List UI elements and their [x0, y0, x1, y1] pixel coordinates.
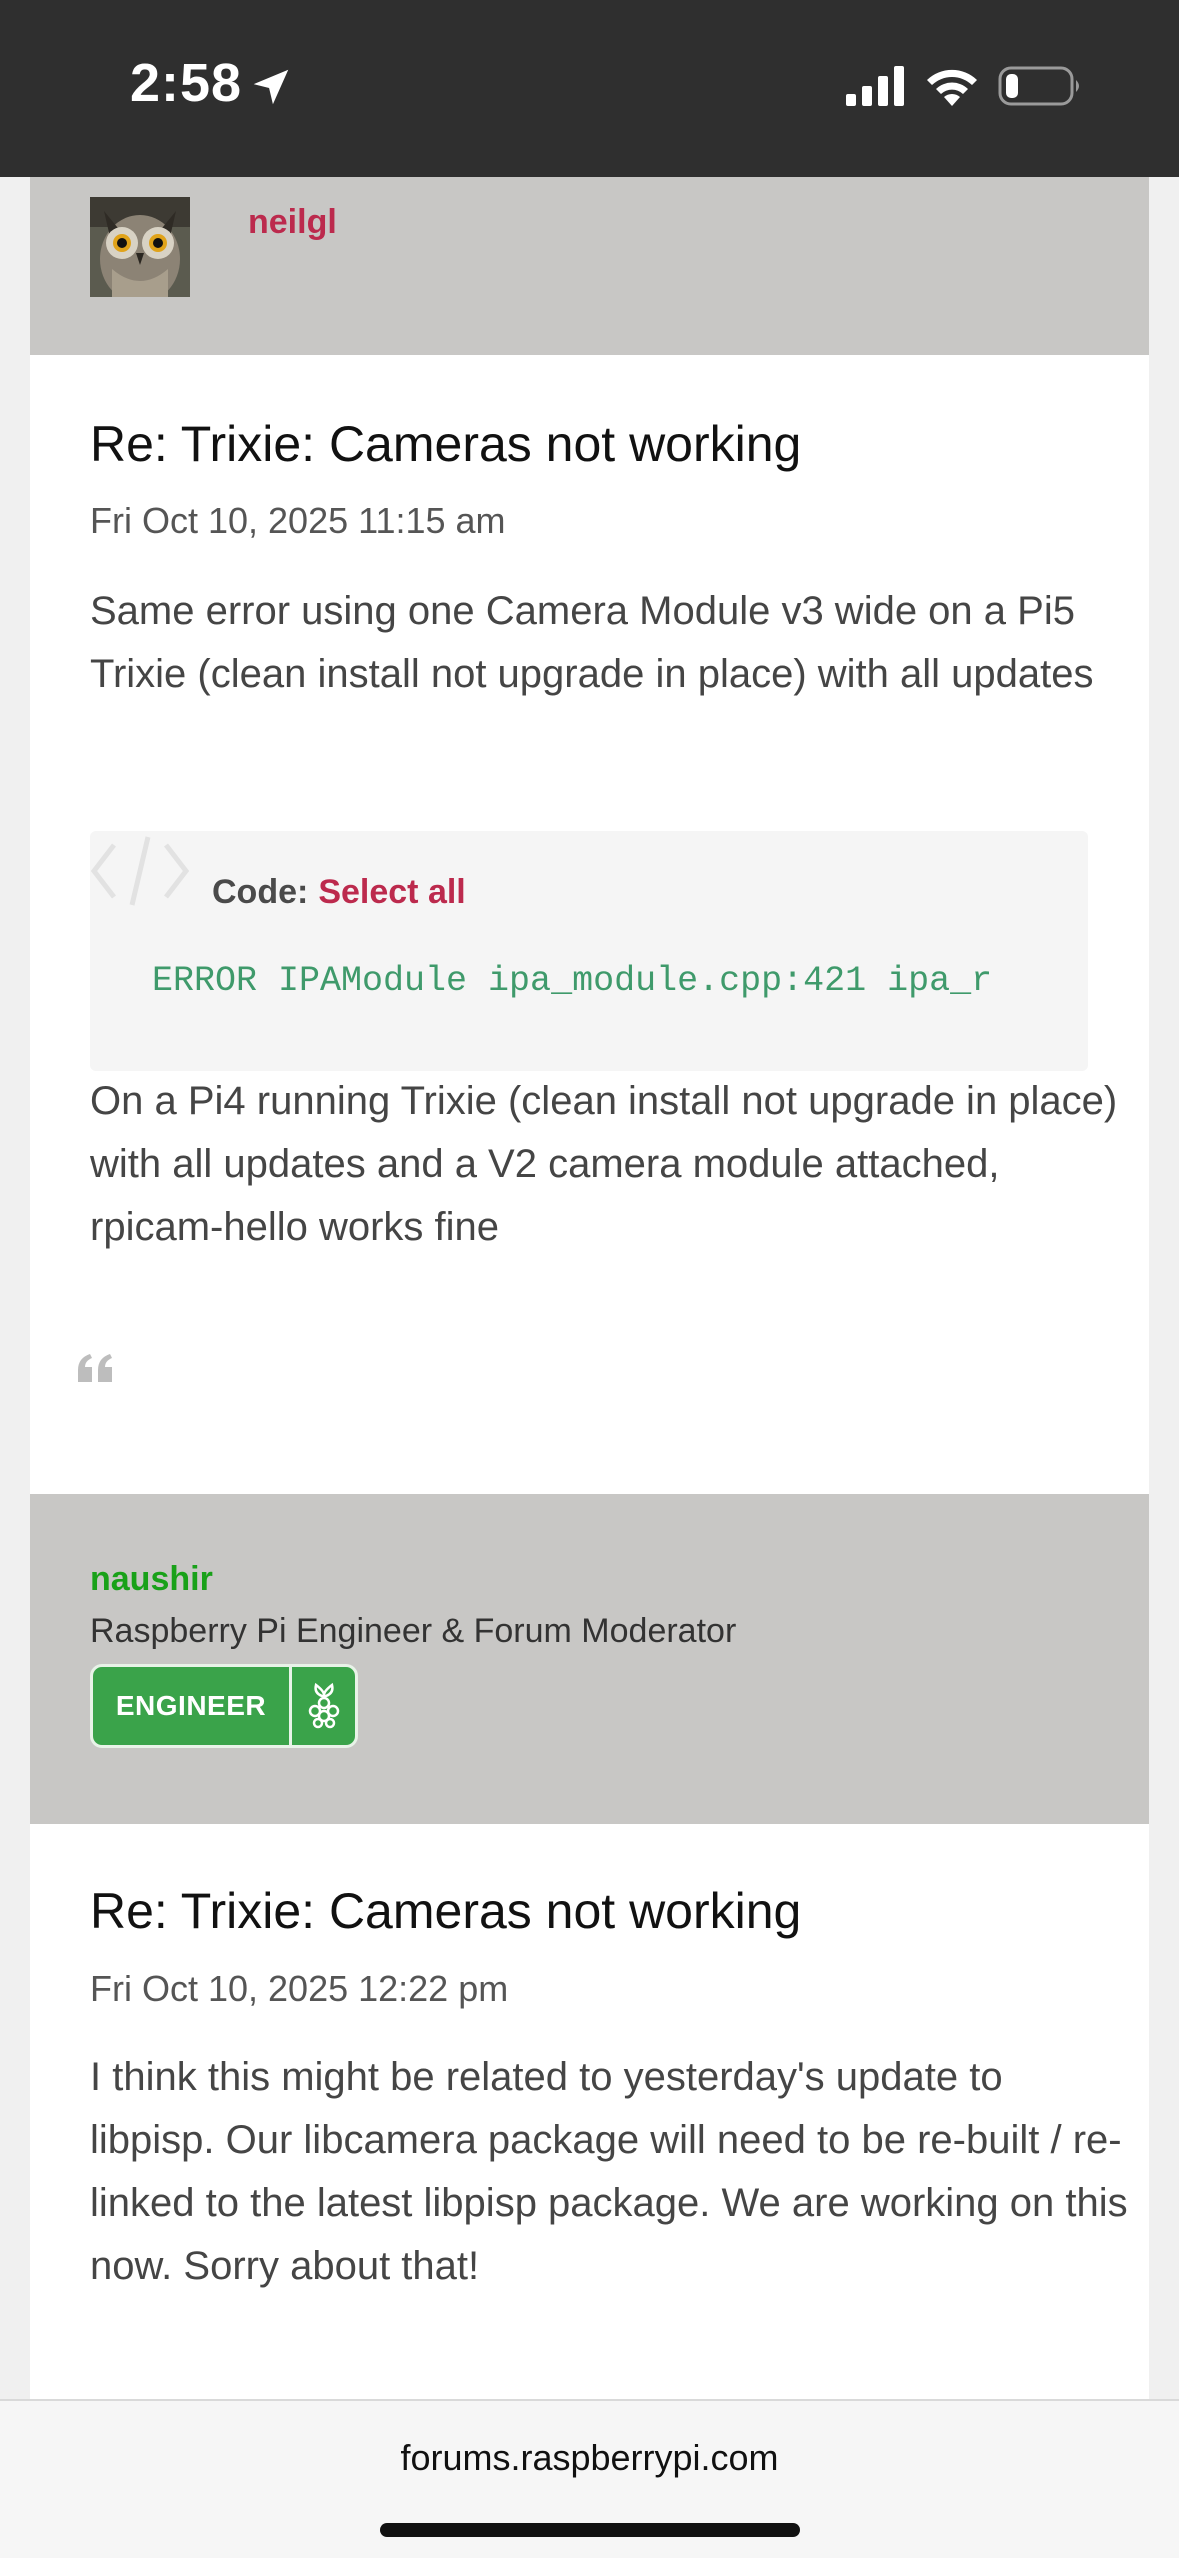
engineer-badge: ENGINEER — [90, 1664, 358, 1748]
post-author-name[interactable]: neilgl — [248, 203, 337, 242]
post: neilgl Re: Trixie: Cameras not working F… — [30, 177, 1149, 1612]
select-all-link[interactable]: Select all — [318, 873, 465, 911]
code-label-text: Code: — [212, 873, 309, 911]
post-title[interactable]: Re: Trixie: Cameras not working — [90, 415, 801, 473]
wifi-icon — [927, 69, 977, 106]
battery-icon — [998, 66, 1079, 106]
browser-address-bar[interactable]: forums.raspberrypi.com — [0, 2399, 1179, 2558]
status-bar: 2:58 — [0, 0, 1179, 177]
user-avatar[interactable] — [90, 197, 190, 297]
cellular-signal-icon — [846, 66, 904, 106]
code-brackets-icon — [90, 836, 190, 906]
location-arrow-icon — [253, 69, 289, 105]
status-time: 2:58 — [130, 53, 243, 113]
post-author-header: naushir Raspberry Pi Engineer & Forum Mo… — [30, 1494, 1149, 1824]
post-paragraph: I think this might be related to yesterd… — [90, 2055, 1128, 2288]
badge-label: ENGINEER — [115, 1690, 267, 1721]
code-label: Code: Select all — [212, 873, 466, 912]
post-date: Fri Oct 10, 2025 11:15 am — [90, 500, 506, 541]
post-title[interactable]: Re: Trixie: Cameras not working — [90, 1882, 801, 1940]
post-author-header: neilgl — [30, 177, 1149, 355]
user-rank: Raspberry Pi Engineer & Forum Moderator — [90, 1612, 737, 1650]
owl-avatar-icon — [90, 197, 190, 297]
post-author-name[interactable]: naushir — [90, 1560, 213, 1599]
quote-icon[interactable] — [76, 1352, 116, 1384]
post-content: Re: Trixie: Cameras not working Fri Oct … — [30, 1824, 1149, 2404]
post: naushir Raspberry Pi Engineer & Forum Mo… — [30, 1494, 1149, 2404]
raspberry-pi-logo-icon — [292, 1681, 355, 1731]
post-paragraph: Same error using one Camera Module v3 wi… — [90, 589, 1094, 696]
post-date: Fri Oct 10, 2025 12:22 pm — [90, 1968, 509, 2009]
url-text[interactable]: forums.raspberrypi.com — [0, 2437, 1179, 2479]
code-text[interactable]: ERROR IPAModule ipa_module.cpp:421 ipa_r — [152, 961, 1032, 1001]
post-paragraph: On a Pi4 running Trixie (clean install n… — [90, 1079, 1118, 1249]
code-block: Code: Select all ERROR IPAModule ipa_modu… — [90, 831, 1088, 1071]
post-content: Re: Trixie: Cameras not working Fri Oct … — [30, 355, 1149, 1612]
home-indicator[interactable] — [380, 2523, 800, 2537]
